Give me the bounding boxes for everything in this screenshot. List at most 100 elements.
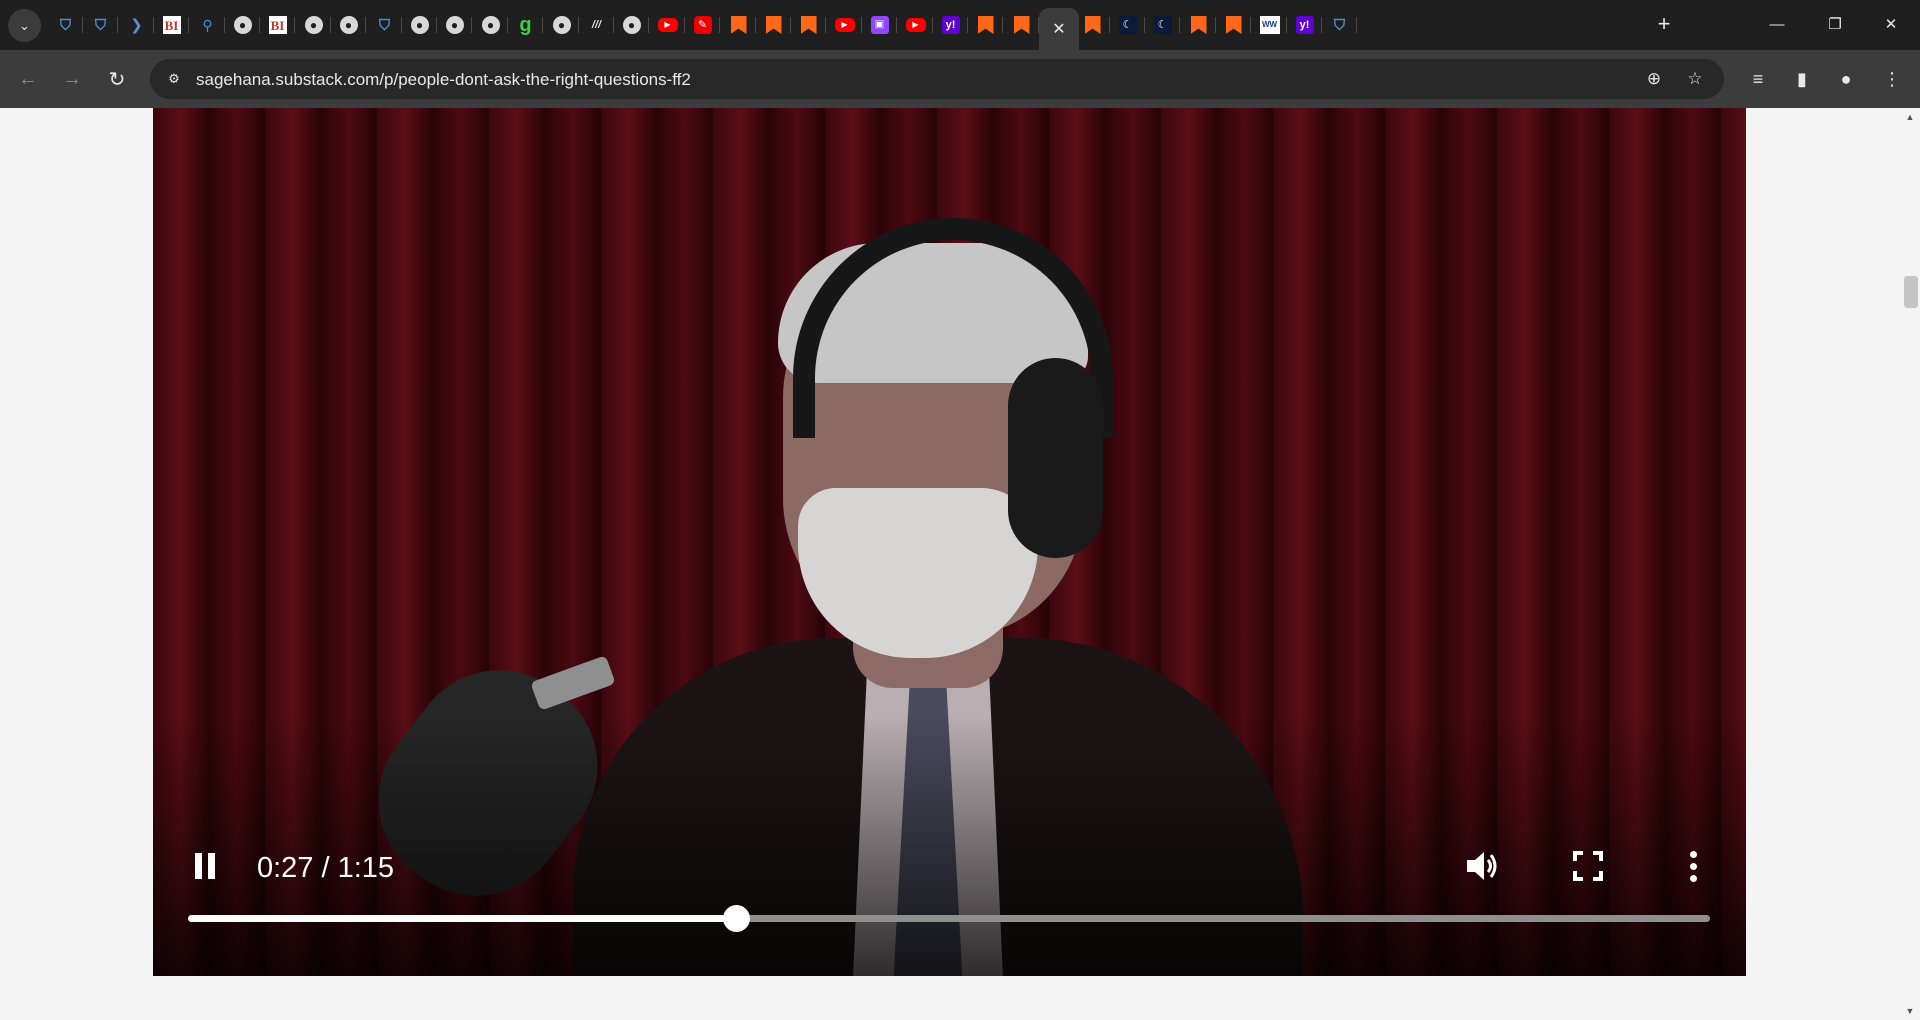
video-frame-mic-mount [530, 655, 616, 711]
browser-tab[interactable] [1181, 8, 1216, 42]
globe-icon: ● [552, 16, 571, 34]
browser-tab[interactable]: ▶ [827, 8, 862, 42]
tab-separator [719, 17, 720, 33]
browser-tab[interactable]: ▶ [898, 8, 933, 42]
volume-button[interactable] [1463, 846, 1503, 886]
browser-tab[interactable] [1216, 8, 1251, 42]
browser-menu-icon[interactable]: ⋮ [1876, 63, 1908, 95]
scroll-down-arrow-icon[interactable]: ▼ [1905, 1006, 1915, 1016]
volume-icon [1467, 852, 1497, 880]
browser-tab[interactable] [968, 8, 1003, 42]
tab-separator [365, 17, 366, 33]
address-bar[interactable]: ⚙ sagehana.substack.com/p/people-dont-as… [150, 59, 1724, 99]
seek-handle[interactable] [722, 905, 750, 932]
browser-tab[interactable]: ⛉ [1322, 8, 1357, 42]
browser-tab[interactable] [721, 8, 756, 42]
side-panel-icon[interactable]: ▮ [1786, 63, 1818, 95]
tab-separator [1002, 17, 1003, 33]
substack-icon [1013, 16, 1030, 34]
browser-tab[interactable]: ▣ [862, 8, 897, 42]
browser-tab[interactable]: ✎ [685, 8, 720, 42]
dark-app-icon: ☾ [1153, 16, 1172, 34]
browser-tab[interactable]: ⛉ [367, 8, 402, 42]
substack-icon [1190, 16, 1207, 34]
tab-search-button[interactable]: ⌄ [8, 9, 41, 42]
reload-button[interactable]: ↻ [101, 63, 133, 95]
substack-icon [765, 16, 782, 34]
site-info-icon[interactable]: ⚙ [162, 67, 186, 91]
browser-tab[interactable]: WW [1252, 8, 1287, 42]
more-options-button[interactable] [1673, 846, 1713, 886]
browser-tab[interactable]: ☾ [1110, 8, 1145, 42]
shield-icon: ⛉ [59, 16, 72, 34]
doc-icon: /// [591, 18, 602, 31]
forward-button[interactable]: → [56, 63, 88, 95]
substack-icon [977, 16, 994, 34]
browser-tab[interactable]: ● [614, 8, 649, 42]
globe-icon: ● [445, 16, 464, 34]
page-content: 0:27 / 1:15 [0, 108, 1920, 1020]
browser-tab[interactable] [791, 8, 826, 42]
browser-tab[interactable] [1075, 8, 1110, 42]
tab-separator [542, 17, 543, 33]
browser-tab[interactable] [756, 8, 791, 42]
globe-icon: ● [233, 16, 252, 34]
browser-tab[interactable]: /// [579, 8, 614, 42]
profile-avatar-icon[interactable]: ● [1830, 63, 1862, 95]
browser-tab[interactable]: y! [933, 8, 968, 42]
tab-separator [825, 17, 826, 33]
substack-icon [730, 16, 747, 34]
substack-icon [1225, 16, 1242, 34]
browser-tab[interactable]: ☾ [1145, 8, 1180, 42]
pause-icon [195, 853, 215, 879]
url-text[interactable]: sagehana.substack.com/p/people-dont-ask-… [196, 70, 691, 90]
browser-tab[interactable]: ⛉ [48, 8, 83, 42]
browser-tab[interactable]: ⚲ [190, 8, 225, 42]
browser-tab[interactable] [1004, 8, 1039, 42]
zoom-icon[interactable]: ⊕ [1642, 67, 1666, 91]
close-window-button[interactable]: ✕ [1862, 0, 1920, 48]
browser-tab[interactable]: BI [260, 8, 295, 42]
minimize-icon: — [1769, 15, 1785, 33]
browser-tab[interactable]: ● [331, 8, 366, 42]
bi-icon: BI [268, 16, 287, 34]
browser-tab[interactable]: ● [225, 8, 260, 42]
page-scrollbar[interactable]: ▲ ▼ [1900, 108, 1920, 1020]
browser-tab[interactable]: ● [296, 8, 331, 42]
scrollbar-thumb[interactable] [1904, 276, 1918, 308]
tab-separator [117, 17, 118, 33]
globe-icon: ● [304, 16, 323, 34]
seek-bar-played [188, 915, 736, 922]
pause-button[interactable] [185, 846, 225, 886]
minimize-button[interactable]: — [1748, 0, 1806, 48]
scroll-up-arrow-icon[interactable]: ▲ [1905, 112, 1915, 122]
close-tab-icon[interactable]: ✕ [1052, 19, 1065, 39]
search-icon: ⚲ [202, 17, 213, 33]
bookmark-star-icon[interactable]: ☆ [1683, 67, 1707, 91]
browser-tab[interactable]: g [508, 8, 543, 42]
browser-tab[interactable]: ● [437, 8, 472, 42]
browser-tab[interactable]: ⛉ [83, 8, 118, 42]
bi-icon: BI [162, 16, 181, 34]
media-controls-icon[interactable]: ≡ [1742, 63, 1774, 95]
back-button[interactable]: ← [12, 63, 44, 95]
plus-icon: + [1657, 11, 1671, 36]
tab-separator [188, 17, 189, 33]
browser-tab[interactable]: y! [1287, 8, 1322, 42]
fullscreen-button[interactable] [1568, 846, 1608, 886]
new-tab-button[interactable]: + [1650, 10, 1678, 38]
browser-tab[interactable]: ● [473, 8, 508, 42]
red-app-icon: ✎ [693, 16, 712, 34]
browser-tab[interactable]: BI [154, 8, 189, 42]
video-player[interactable]: 0:27 / 1:15 [153, 108, 1746, 976]
tab-separator [294, 17, 295, 33]
seek-bar[interactable] [188, 905, 1710, 932]
substack-icon [800, 16, 817, 34]
browser-tab[interactable]: ✕ [1039, 8, 1079, 50]
tab-separator [1179, 17, 1180, 33]
browser-tab[interactable]: ● [544, 8, 579, 42]
browser-tab[interactable]: ▶ [650, 8, 685, 42]
browser-tab[interactable]: ● [402, 8, 437, 42]
browser-tab[interactable]: ❯ [119, 8, 154, 42]
restore-button[interactable]: ❐ [1806, 0, 1864, 48]
